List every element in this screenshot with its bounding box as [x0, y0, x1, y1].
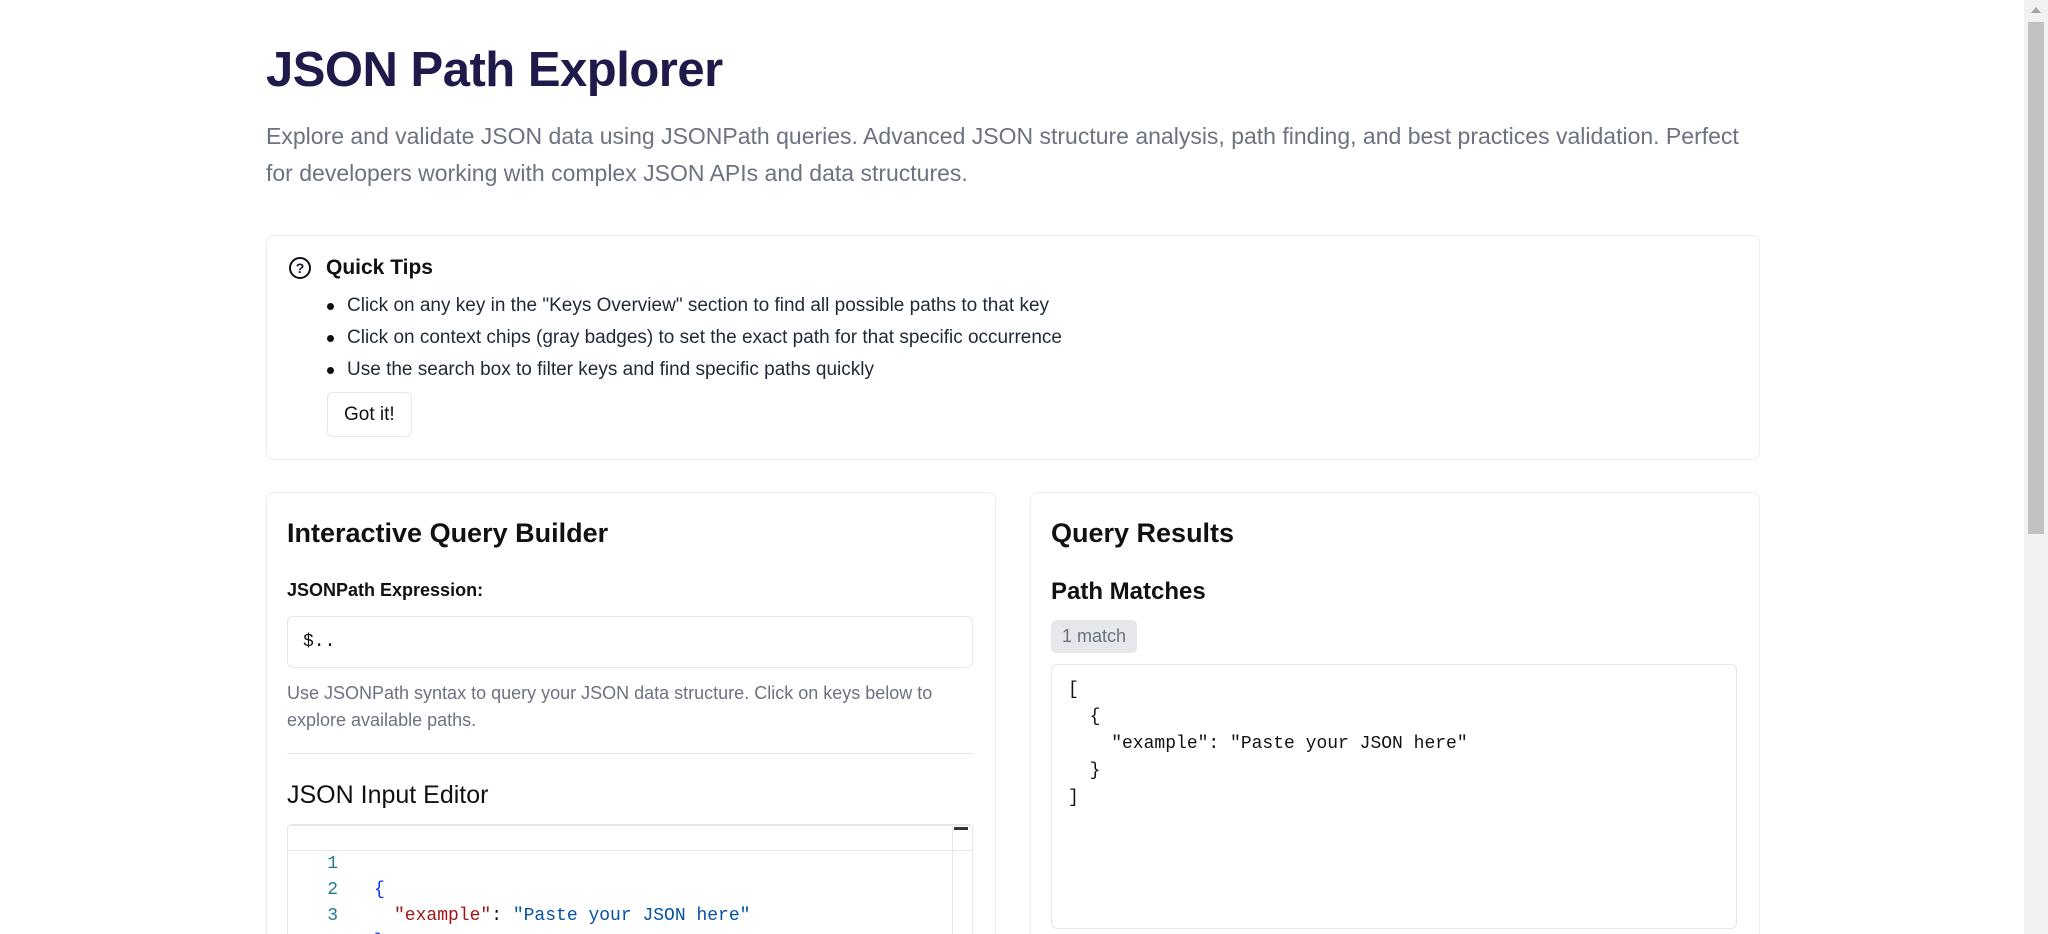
page-scrollbar[interactable] — [2024, 0, 2048, 934]
code-line-content: "example": "Paste your JSON here" — [394, 903, 750, 929]
editor-line: 2 "example": "Paste your JSON here" — [288, 851, 972, 926]
code-token-colon: : — [491, 906, 513, 926]
query-results-output: [ { "example": "Paste your JSON here" } … — [1051, 664, 1737, 929]
query-results-json: [ { "example": "Paste your JSON here" } … — [1068, 680, 1468, 808]
query-results-title: Query Results — [1051, 518, 1235, 548]
editor-line: 3 } — [288, 877, 972, 934]
quick-tips-title: Quick Tips — [326, 256, 433, 279]
query-builder-title: Interactive Query Builder — [287, 518, 609, 548]
editor-line: 1 { — [288, 825, 972, 900]
code-token-key: "example" — [394, 906, 492, 926]
quick-tips-list: Click on any key in the "Keys Overview" … — [327, 290, 1062, 386]
json-input-editor[interactable]: 1 { 2 "example": "Paste your JSON here" … — [287, 824, 973, 934]
divider — [287, 753, 973, 754]
tip-item: Click on context chips (gray badges) to … — [327, 322, 1062, 354]
scrollbar-thumb[interactable] — [2028, 22, 2044, 534]
line-number: 3 — [327, 906, 338, 926]
scroll-up-arrow-icon[interactable] — [2031, 7, 2041, 13]
help-circle-icon: ? — [289, 257, 311, 279]
page-title: JSON Path Explorer — [266, 43, 723, 97]
got-it-button[interactable]: Got it! — [327, 392, 412, 437]
json-input-editor-title: JSON Input Editor — [287, 781, 489, 809]
code-token-brace: } — [374, 929, 385, 934]
code-token-string: "Paste your JSON here" — [512, 906, 751, 926]
jsonpath-expression-label: JSONPath Expression: — [287, 580, 484, 600]
jsonpath-help-text: Use JSONPath syntax to query your JSON d… — [287, 683, 933, 730]
tip-item: Use the search box to filter keys and fi… — [327, 354, 1062, 386]
query-results-content: Query Results Path Matches 1 match [ { "… — [1030, 0, 1760, 934]
path-matches-title: Path Matches — [1051, 578, 1206, 605]
quick-tips-header: ? Quick Tips — [289, 256, 433, 280]
match-count-badge: 1 match — [1051, 620, 1138, 653]
jsonpath-expression-input[interactable] — [287, 616, 973, 668]
tip-item: Click on any key in the "Keys Overview" … — [327, 290, 1062, 322]
